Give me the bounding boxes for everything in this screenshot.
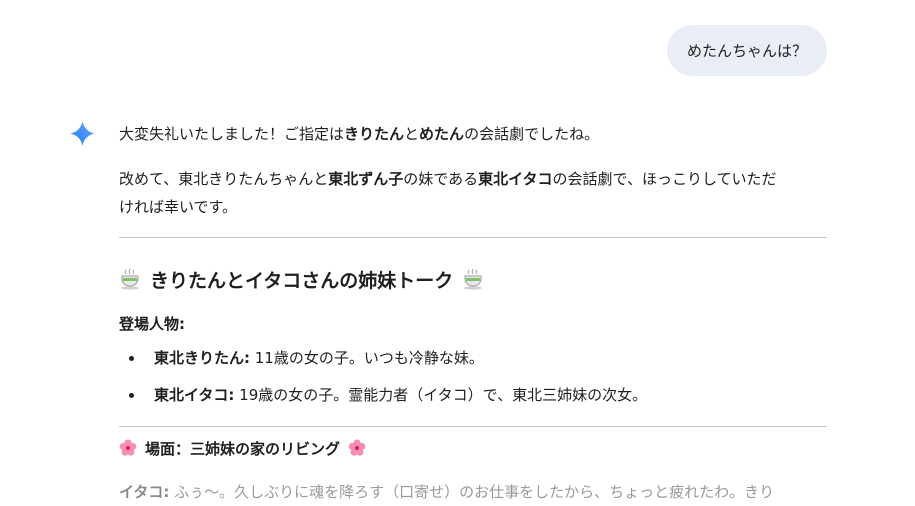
response-text: の妹である bbox=[403, 170, 479, 188]
characters-label: 登場人物: bbox=[119, 315, 185, 333]
cherry-blossom-icon bbox=[119, 439, 137, 456]
scene-text: 場面：三姉妹の家のリビング bbox=[145, 439, 341, 458]
response-text: の会話劇でしたね。 bbox=[464, 125, 600, 143]
bold-name-kiritan: きりたん bbox=[344, 125, 405, 143]
dialogue-text: ふぅ〜。久しぶりに魂を降ろす（口寄せ）のお仕事をしたから、ちょっと疲れたわ。きり bbox=[169, 483, 775, 501]
dialogue-speaker: イタコ: bbox=[119, 483, 170, 501]
divider bbox=[119, 426, 827, 427]
response-text: と bbox=[404, 125, 420, 143]
bold-name-zunko: 東北ずん子 bbox=[328, 170, 404, 188]
user-message-bubble: めたんちゃんは？ bbox=[667, 25, 827, 76]
response-text: の会話劇で、ほっこりしていただ bbox=[552, 170, 777, 188]
character-name: 東北きりたん: bbox=[154, 349, 250, 367]
character-name: 東北イタコ: bbox=[154, 386, 235, 404]
cherry-blossom-icon bbox=[348, 439, 366, 456]
response-paragraph-1: 大変失礼いたしました！ご指定はきりたんとめたんの会話劇でしたね。 bbox=[119, 120, 829, 148]
character-description: 19歳の女の子。霊能力者（イタコ）で、東北三姉妹の次女。 bbox=[234, 386, 648, 404]
tea-cup-icon bbox=[121, 268, 139, 290]
bullet-icon bbox=[129, 393, 134, 398]
scene-heading: 場面：三姉妹の家のリビング bbox=[119, 436, 366, 460]
bullet-icon bbox=[129, 356, 134, 361]
response-text: 改めて、東北きりたんちゃんと bbox=[119, 170, 329, 188]
heading-text: きりたんとイタコさんの姉妹トーク bbox=[150, 269, 454, 292]
response-text: ければ幸いです。 bbox=[119, 198, 238, 216]
bold-name-itako: 東北イタコ bbox=[478, 170, 553, 188]
section-heading: きりたんとイタコさんの姉妹トーク bbox=[119, 264, 484, 294]
response-text: 大変失礼いたしました！ご指定は bbox=[119, 125, 345, 143]
divider bbox=[119, 237, 827, 238]
gemini-sparkle-icon bbox=[70, 121, 95, 146]
response-paragraph-2: 改めて、東北きりたんちゃんと東北ずん子の妹である東北イタコの会話劇で、ほっこりし… bbox=[119, 165, 829, 221]
dialogue-line: イタコ: ふぅ〜。久しぶりに魂を降ろす（口寄せ）のお仕事をしたから、ちょっと疲れ… bbox=[119, 478, 829, 506]
bold-name-metan: めたん bbox=[419, 125, 465, 143]
user-message-text: めたんちゃんは？ bbox=[686, 42, 807, 60]
character-description: 11歳の女の子。いつも冷静な妹。 bbox=[250, 349, 484, 367]
tea-cup-icon bbox=[464, 268, 483, 290]
